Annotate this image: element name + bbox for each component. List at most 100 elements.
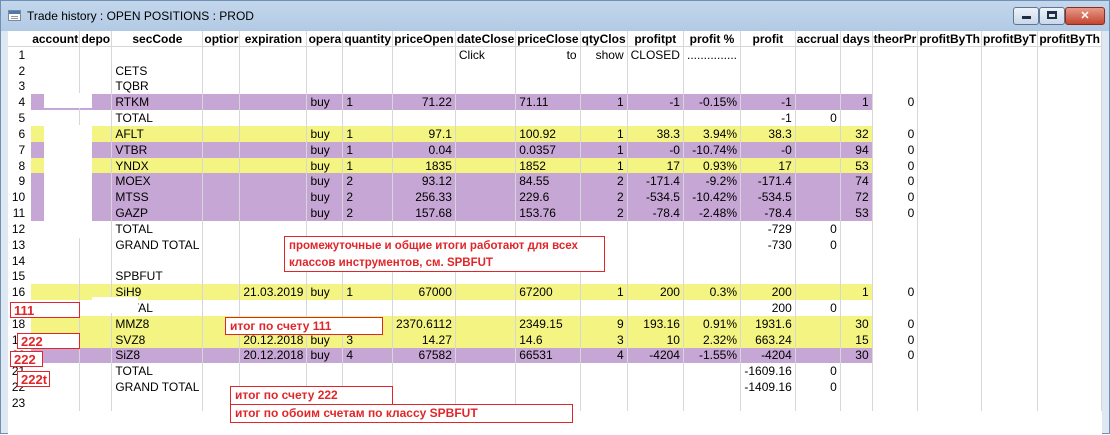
table-cell[interactable]	[455, 347, 517, 364]
table-cell[interactable]	[580, 220, 628, 237]
table-cell[interactable]: 0.93%	[683, 157, 742, 174]
table-cell[interactable]	[840, 46, 873, 63]
table-cell[interactable]	[840, 268, 873, 285]
table-cell[interactable]: 0	[795, 379, 841, 396]
table-cell[interactable]: GAZP	[111, 205, 204, 221]
table-cell[interactable]: 2	[580, 189, 628, 206]
table-cell[interactable]	[111, 395, 204, 411]
table-cell[interactable]	[795, 252, 841, 269]
table-cell[interactable]	[392, 379, 456, 396]
table-cell[interactable]	[342, 220, 394, 237]
table-cell[interactable]: TQBR	[111, 78, 204, 95]
table-cell[interactable]	[1037, 141, 1102, 158]
table-cell[interactable]	[872, 236, 919, 253]
column-header[interactable]: quantity	[342, 31, 394, 48]
table-cell[interactable]	[981, 300, 1039, 316]
table-cell[interactable]: 0	[872, 94, 919, 111]
table-cell[interactable]	[981, 395, 1039, 411]
table-cell[interactable]: SPBFUT	[111, 268, 204, 285]
table-cell[interactable]	[31, 62, 81, 79]
table-cell[interactable]	[872, 78, 919, 95]
table-cell[interactable]	[202, 125, 241, 142]
table-cell[interactable]	[580, 300, 628, 316]
table-cell[interactable]	[239, 110, 308, 126]
table-cell[interactable]	[239, 78, 308, 95]
table-cell[interactable]	[1037, 62, 1102, 79]
table-cell[interactable]	[917, 347, 982, 364]
table-cell[interactable]	[683, 78, 742, 95]
table-cell[interactable]	[1037, 236, 1102, 253]
table-cell[interactable]	[981, 94, 1039, 111]
table-cell[interactable]	[795, 157, 841, 174]
table-cell[interactable]	[202, 347, 241, 364]
table-cell[interactable]: 0	[872, 157, 919, 174]
table-cell[interactable]: 30	[840, 315, 873, 332]
table-cell[interactable]	[840, 395, 873, 411]
table-cell[interactable]: -171.4	[740, 173, 796, 190]
table-cell[interactable]: 3.94%	[683, 125, 742, 142]
table-cell[interactable]	[306, 46, 344, 63]
table-row[interactable]: 2 CETS	[8, 62, 1102, 79]
table-cell[interactable]	[795, 141, 841, 158]
table-cell[interactable]	[455, 94, 517, 111]
table-cell[interactable]	[872, 62, 919, 79]
maximize-button[interactable]	[1039, 7, 1065, 25]
table-cell[interactable]: 2	[342, 205, 394, 221]
table-cell[interactable]	[31, 78, 81, 95]
table-cell[interactable]: 1	[840, 94, 873, 111]
table-cell[interactable]: 71.22	[392, 94, 456, 111]
table-cell[interactable]	[683, 62, 742, 79]
table-cell[interactable]: 0.04	[392, 141, 456, 158]
table-cell[interactable]: 1	[580, 125, 628, 142]
table-row[interactable]: 3 TQBR	[8, 78, 1102, 95]
table-cell[interactable]: -1409.16	[740, 379, 796, 396]
table-cell[interactable]	[795, 395, 841, 411]
table-cell[interactable]	[627, 252, 684, 269]
column-header[interactable]: optior	[202, 31, 241, 48]
table-cell[interactable]	[392, 220, 456, 237]
table-cell[interactable]	[455, 363, 517, 380]
table-cell[interactable]	[981, 347, 1039, 364]
table-cell[interactable]: -10.74%	[683, 141, 742, 158]
table-cell[interactable]	[455, 157, 517, 174]
table-cell[interactable]	[202, 157, 241, 174]
table-cell[interactable]	[202, 141, 241, 158]
table-cell[interactable]: 1	[580, 94, 628, 111]
table-cell[interactable]	[740, 395, 796, 411]
table-cell[interactable]	[1037, 46, 1102, 63]
column-header[interactable]: profitByTh	[1037, 31, 1102, 48]
table-cell[interactable]	[342, 78, 394, 95]
table-cell[interactable]	[202, 284, 241, 301]
table-cell[interactable]	[981, 331, 1039, 348]
table-cell[interactable]	[981, 252, 1039, 269]
column-header[interactable]: priceOpen	[392, 31, 456, 48]
table-cell[interactable]	[455, 379, 517, 396]
table-cell[interactable]: 66531	[515, 347, 581, 364]
table-cell[interactable]	[306, 220, 344, 237]
table-cell[interactable]	[455, 78, 517, 95]
table-cell[interactable]	[392, 46, 456, 63]
table-cell[interactable]	[202, 220, 241, 237]
table-cell[interactable]	[111, 46, 204, 63]
table-cell[interactable]	[1037, 300, 1102, 316]
table-cell[interactable]: 0.91%	[683, 315, 742, 332]
table-cell[interactable]	[683, 379, 742, 396]
table-cell[interactable]	[795, 173, 841, 190]
table-cell[interactable]	[981, 141, 1039, 158]
table-cell[interactable]	[840, 220, 873, 237]
table-cell[interactable]	[917, 284, 982, 301]
table-cell[interactable]: 200	[627, 284, 684, 301]
table-row[interactable]: 9 MOEX buy 2 93.12 84.55 2 -171.4 -9.2% -171.4 74 0	[8, 173, 1102, 190]
table-cell[interactable]: 15	[840, 331, 873, 348]
table-cell[interactable]	[872, 379, 919, 396]
table-cell[interactable]	[392, 110, 456, 126]
table-cell[interactable]	[455, 141, 517, 158]
table-cell[interactable]: -9.2%	[683, 173, 742, 190]
table-cell[interactable]	[981, 189, 1039, 206]
table-cell[interactable]	[580, 110, 628, 126]
table-cell[interactable]: 2	[580, 205, 628, 221]
table-cell[interactable]: -78.4	[627, 205, 684, 221]
table-cell[interactable]	[455, 300, 517, 316]
table-cell[interactable]	[239, 94, 308, 111]
table-cell[interactable]: 0.0357	[515, 141, 581, 158]
